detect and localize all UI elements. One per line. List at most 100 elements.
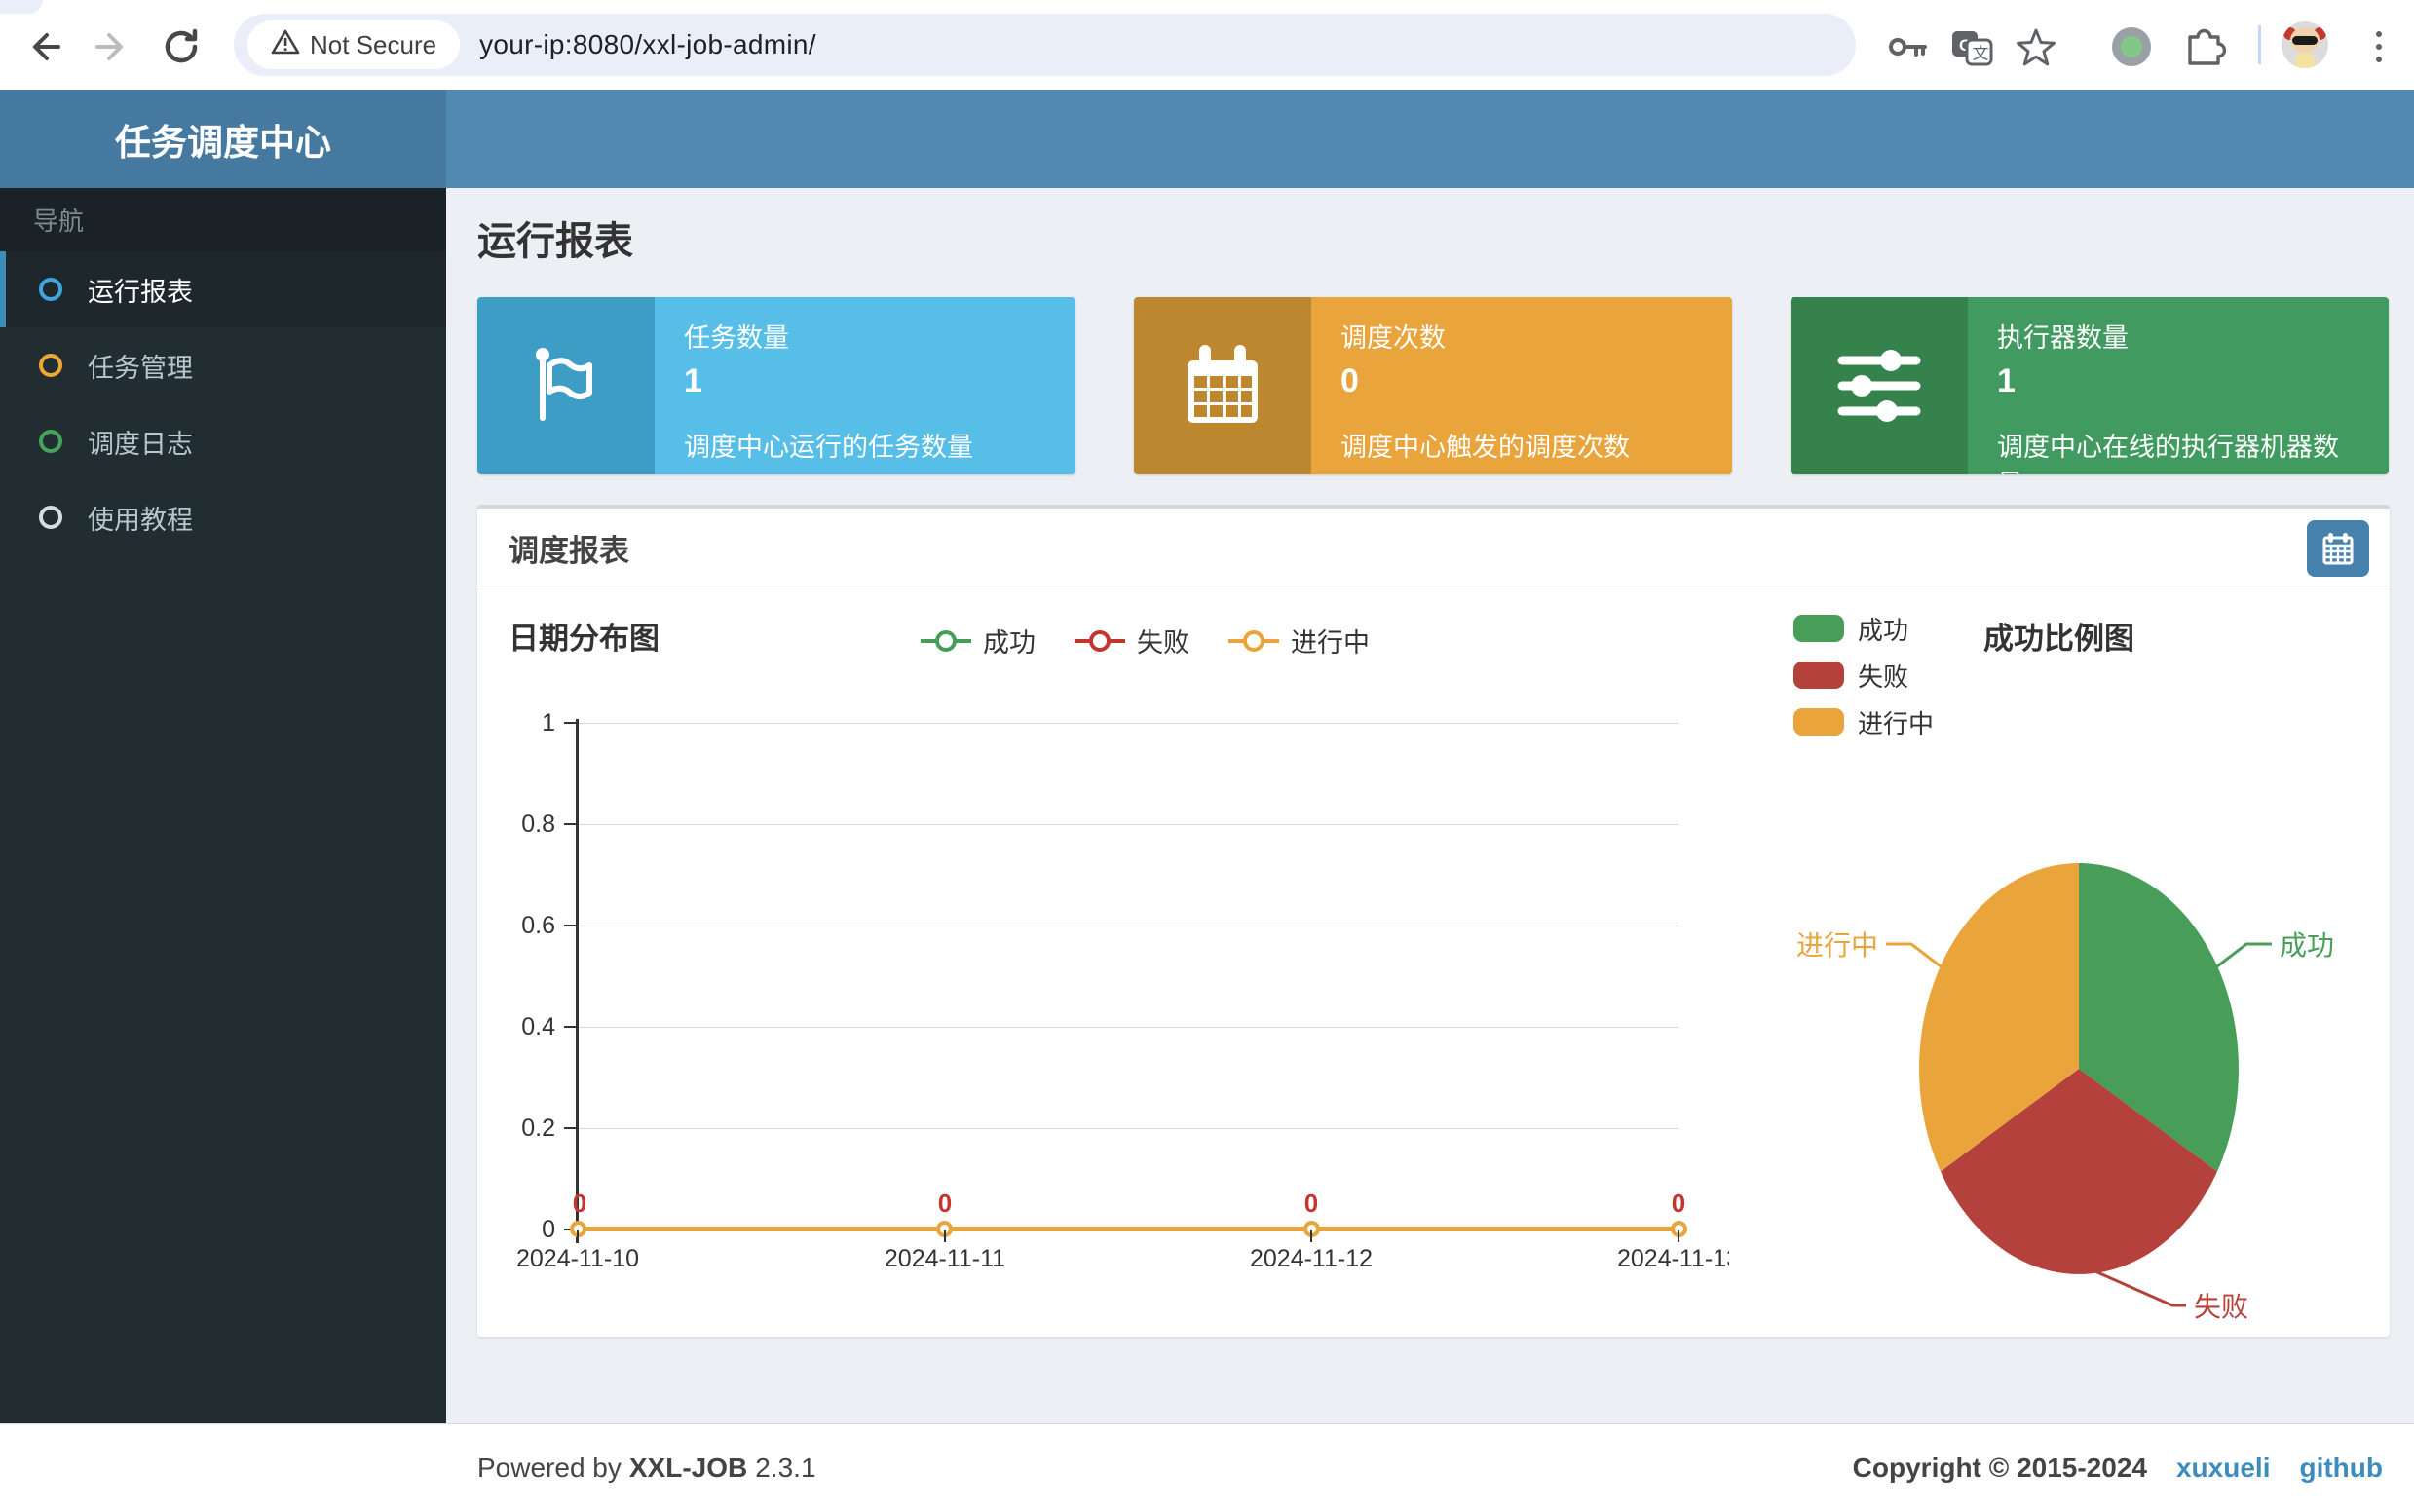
- sliders-icon: [1791, 297, 1968, 474]
- url-text[interactable]: your-ip:8080/xxl-job-admin/: [479, 29, 816, 60]
- stat-desc: 调度中心触发的调度次数: [1340, 426, 1707, 464]
- not-secure-chip[interactable]: Not Secure: [247, 20, 460, 69]
- y-tick-label: 0.4: [471, 1012, 555, 1041]
- report-panel-header: [477, 509, 2390, 586]
- circle-icon: [39, 278, 62, 301]
- password-key-icon[interactable]: [1884, 23, 1931, 70]
- stat-title: 任务数量: [684, 317, 1050, 355]
- profile-avatar[interactable]: [2282, 21, 2328, 68]
- pie-label-running: 进行中: [1796, 930, 1878, 961]
- bookmark-star-icon[interactable]: [2013, 23, 2059, 70]
- y-tick-label: 0.2: [471, 1114, 555, 1143]
- sidebar: 导航 运行报表 任务管理 调度日志 使用教程: [0, 188, 446, 1512]
- link-github[interactable]: github: [2299, 1453, 2383, 1484]
- stat-value: 1: [1997, 362, 2363, 400]
- circle-icon: [39, 506, 62, 529]
- circle-icon: [39, 430, 62, 453]
- y-axis-tick: [564, 823, 576, 825]
- x-axis-tick: [944, 1230, 946, 1242]
- gridline: [578, 1027, 1678, 1028]
- x-tick-label: 2024-11-11: [838, 1245, 1052, 1273]
- x-axis-tick: [577, 1230, 579, 1242]
- stat-value: 1: [684, 362, 1050, 400]
- sidebar-item-job-log[interactable]: 调度日志: [0, 403, 446, 479]
- product-version: 2.3.1: [755, 1453, 815, 1484]
- tab-strip-corner: [0, 0, 43, 14]
- point-value-label: 0: [1272, 1189, 1350, 1219]
- line-chart-title: 日期分布图: [509, 614, 660, 658]
- y-axis-tick: [564, 925, 576, 926]
- stat-card-jobs: 任务数量 1 调度中心运行的任务数量: [477, 297, 1075, 474]
- pie-label-fail: 失败: [2194, 1292, 2248, 1322]
- line-chart-legend: 成功 失败 进行中: [921, 622, 1370, 660]
- calendar-icon: [2320, 531, 2356, 566]
- footer: Powered by XXL-JOB 2.3.1 Copyright © 201…: [0, 1423, 2414, 1512]
- legend-item-success[interactable]: 成功: [921, 622, 1036, 660]
- translate-icon[interactable]: G 文: [1948, 23, 1995, 70]
- not-secure-label: Not Secure: [310, 30, 436, 60]
- app-logo[interactable]: 任务调度中心: [0, 90, 446, 188]
- line-marker-icon: [1075, 626, 1125, 656]
- browser-toolbar: Not Secure your-ip:8080/xxl-job-admin/ G…: [0, 0, 2414, 90]
- sidebar-item-label: 运行报表: [88, 271, 193, 309]
- calendar-icon: [1134, 297, 1311, 474]
- sidebar-item-help[interactable]: 使用教程: [0, 479, 446, 555]
- forward-icon[interactable]: [90, 23, 136, 70]
- warning-icon: [271, 28, 300, 62]
- legend-item-running[interactable]: 进行中: [1228, 622, 1370, 660]
- link-xuxueli[interactable]: xuxueli: [2176, 1453, 2270, 1484]
- extension-status-icon[interactable]: [2108, 23, 2155, 70]
- y-tick-label: 0: [471, 1215, 555, 1244]
- powered-by: Powered by XXL-JOB 2.3.1: [477, 1424, 816, 1512]
- sidebar-item-job-manage[interactable]: 任务管理: [0, 327, 446, 403]
- line-marker-icon: [921, 626, 971, 656]
- point-value-label: 0: [906, 1189, 984, 1219]
- x-axis-tick: [1310, 1230, 1312, 1242]
- top-navbar: [446, 90, 2414, 188]
- extensions-puzzle-icon[interactable]: [2180, 23, 2227, 70]
- point-value-label: 0: [541, 1189, 619, 1219]
- circle-icon: [39, 354, 62, 377]
- callout-line-fail: [2089, 1268, 2186, 1305]
- legend-item-fail[interactable]: 失败: [1075, 622, 1189, 660]
- stat-title: 调度次数: [1340, 317, 1707, 355]
- sidebar-item-label: 使用教程: [88, 499, 193, 537]
- flag-icon: [477, 297, 655, 474]
- line-marker-icon: [1228, 626, 1279, 656]
- x-tick-label: 2024-11-13: [1571, 1245, 1729, 1273]
- date-range-button[interactable]: [2307, 520, 2369, 577]
- browser-menu-icon[interactable]: [2367, 23, 2391, 70]
- y-axis-tick: [564, 722, 576, 724]
- copyright: Copyright © 2015-2024 xuxueli github: [1853, 1424, 2383, 1512]
- x-axis-labels: 2024-11-10 2024-11-11 2024-11-12 2024-11…: [477, 1245, 1729, 1282]
- toolbar-separator: [2258, 25, 2261, 64]
- page-title: 运行报表: [477, 209, 633, 266]
- reload-icon[interactable]: [158, 23, 205, 70]
- stat-card-triggers: 调度次数 0 调度中心触发的调度次数: [1134, 297, 1732, 474]
- gridline: [578, 723, 1678, 724]
- stat-value: 0: [1340, 362, 1707, 400]
- stat-desc: 调度中心运行的任务数量: [684, 426, 1050, 464]
- y-tick-label: 1: [471, 708, 555, 737]
- y-tick-label: 0.8: [471, 810, 555, 839]
- sidebar-item-label: 调度日志: [88, 423, 193, 461]
- pie-chart: 成功 进行中 失败: [1763, 585, 2406, 1344]
- x-tick-label: 2024-11-12: [1204, 1245, 1418, 1273]
- point-value-label: 0: [1640, 1189, 1717, 1219]
- back-icon[interactable]: [19, 23, 66, 70]
- y-axis-tick: [564, 1127, 576, 1129]
- product-name: XXL-JOB: [629, 1453, 747, 1484]
- sidebar-item-run-report[interactable]: 运行报表: [0, 251, 446, 327]
- report-panel-title: 调度报表: [509, 526, 629, 570]
- svg-text:文: 文: [1973, 45, 1989, 63]
- stat-desc: 调度中心在线的执行器机器数量: [1997, 426, 2363, 474]
- x-axis-tick: [1678, 1230, 1679, 1242]
- pie-label-success: 成功: [2280, 930, 2334, 961]
- callout-line-running: [1886, 944, 1941, 966]
- y-axis-tick: [564, 1026, 576, 1028]
- sidebar-nav-header: 导航: [0, 188, 446, 251]
- x-tick-label: 2024-11-10: [477, 1245, 685, 1273]
- y-axis-line: [576, 719, 579, 1243]
- address-bar[interactable]: Not Secure your-ip:8080/xxl-job-admin/: [234, 14, 1856, 76]
- app-header: 任务调度中心 欢迎 user: [0, 90, 2414, 188]
